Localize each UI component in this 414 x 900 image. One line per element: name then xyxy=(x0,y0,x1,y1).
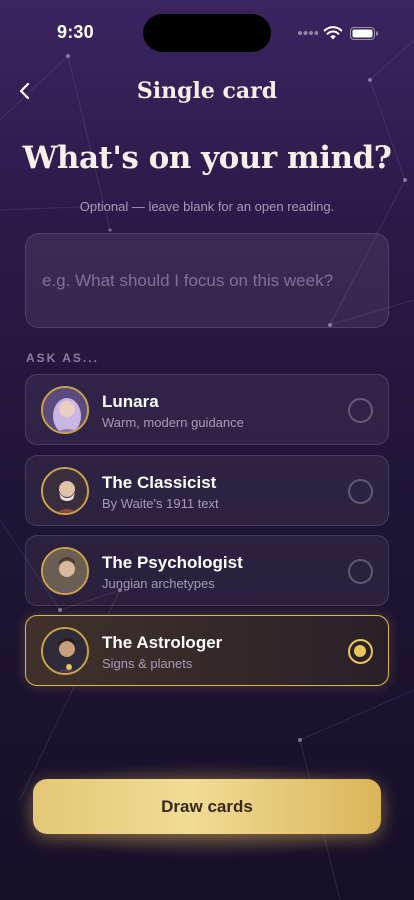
question-field[interactable] xyxy=(25,233,389,328)
avatar xyxy=(41,467,89,515)
radio-button[interactable] xyxy=(348,398,373,423)
persona-name: Lunara xyxy=(102,392,159,411)
radio-button[interactable] xyxy=(348,559,373,584)
page-headline: What's on your mind? xyxy=(22,140,392,176)
portrait-icon xyxy=(43,388,87,432)
persona-option-astrologer[interactable]: The Astrologer Signs & planets xyxy=(25,615,389,686)
persona-name: The Classicist xyxy=(102,473,217,492)
nav-title: Single card xyxy=(136,78,278,104)
status-time: 9:30 xyxy=(57,22,94,42)
portrait-icon xyxy=(43,549,87,593)
persona-name: The Astrologer xyxy=(102,633,223,652)
question-input[interactable] xyxy=(26,234,388,327)
signal-icon xyxy=(298,31,318,35)
dynamic-island xyxy=(143,14,271,52)
portrait-icon xyxy=(43,629,87,673)
draw-cards-button[interactable]: Draw cards xyxy=(33,779,381,834)
persona-description: Warm, modern guidance xyxy=(102,415,244,430)
status-bar: 9:30 xyxy=(0,0,414,54)
radio-button-selected[interactable] xyxy=(348,639,373,664)
avatar xyxy=(41,547,89,595)
avatar xyxy=(41,627,89,675)
portrait-icon xyxy=(43,469,87,513)
section-label: ASK AS... xyxy=(26,351,99,365)
persona-name: The Psychologist xyxy=(102,553,243,572)
persona-option-lunara[interactable]: Lunara Warm, modern guidance xyxy=(25,374,389,445)
avatar xyxy=(41,386,89,434)
wifi-icon xyxy=(323,26,343,40)
page-subtext: Optional — leave blank for an open readi… xyxy=(79,199,335,214)
persona-description: Jungian archetypes xyxy=(102,576,215,591)
persona-description: By Waite's 1911 text xyxy=(102,496,219,511)
battery-icon xyxy=(350,27,378,40)
radio-button[interactable] xyxy=(348,479,373,504)
persona-option-classicist[interactable]: The Classicist By Waite's 1911 text xyxy=(25,455,389,526)
persona-option-psychologist[interactable]: The Psychologist Jungian archetypes xyxy=(25,535,389,606)
persona-description: Signs & planets xyxy=(102,656,193,671)
